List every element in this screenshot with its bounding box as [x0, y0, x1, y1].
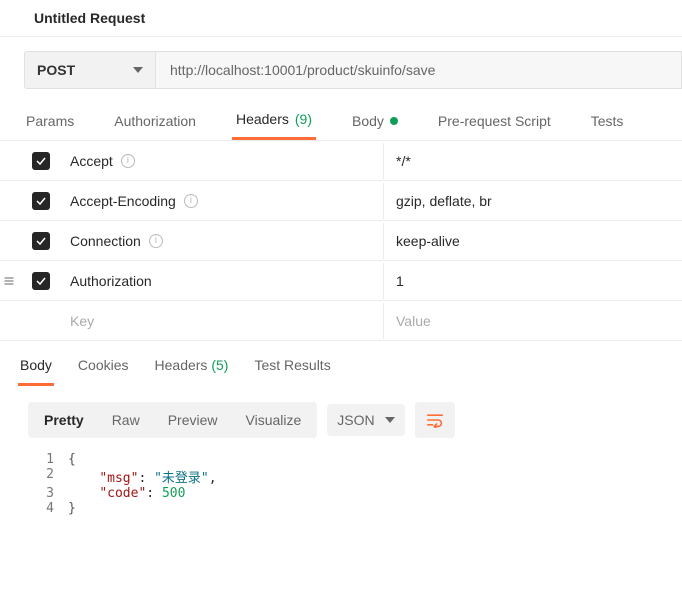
view-mode-switch: Pretty Raw Preview Visualize	[28, 402, 317, 438]
header-row: Connection i keep-alive	[0, 221, 682, 261]
line-number: 4	[38, 501, 68, 516]
header-checkbox[interactable]	[32, 272, 50, 290]
header-key[interactable]: Connection i	[64, 223, 384, 259]
tab-params[interactable]: Params	[22, 103, 78, 140]
check-icon	[35, 235, 47, 247]
line-number: 3	[38, 486, 68, 501]
response-toolbar: Pretty Raw Preview Visualize JSON	[28, 402, 664, 438]
tab-tests[interactable]: Tests	[587, 103, 628, 140]
code-line: 1 {	[38, 452, 664, 467]
request-title: Untitled Request	[34, 10, 145, 26]
response-tab-headers[interactable]: Headers (5)	[153, 351, 231, 386]
header-checkbox[interactable]	[32, 192, 50, 210]
view-visualize[interactable]: Visualize	[232, 404, 316, 436]
format-select[interactable]: JSON	[327, 404, 404, 436]
response-tab-body[interactable]: Body	[18, 351, 54, 386]
request-line: POST http://localhost:10001/product/skui…	[0, 37, 682, 103]
check-icon	[35, 155, 47, 167]
header-row-new: Key Value	[0, 301, 682, 341]
method-select[interactable]: POST	[24, 51, 156, 89]
url-input[interactable]: http://localhost:10001/product/skuinfo/s…	[156, 51, 682, 89]
request-title-bar: Untitled Request	[0, 0, 682, 37]
header-checkbox[interactable]	[32, 232, 50, 250]
request-tabs: Params Authorization Headers (9) Body Pr…	[0, 103, 682, 140]
tab-authorization[interactable]: Authorization	[110, 103, 200, 140]
response-tab-cookies[interactable]: Cookies	[76, 351, 131, 386]
header-value[interactable]: */*	[384, 143, 682, 179]
view-preview[interactable]: Preview	[154, 404, 232, 436]
dot-icon	[390, 117, 398, 125]
method-label: POST	[37, 62, 75, 78]
response-body[interactable]: 1 { 2 "msg": "未登录", 3 "code": 500 4 }	[18, 448, 664, 516]
line-number: 2	[38, 467, 68, 486]
header-checkbox[interactable]	[32, 152, 50, 170]
chevron-down-icon	[133, 67, 143, 73]
headers-table: Accept i */* Accept-Encoding i gzip, def…	[0, 140, 682, 341]
code-line: 4 }	[38, 501, 664, 516]
line-number: 1	[38, 452, 68, 467]
info-icon: i	[184, 194, 198, 208]
drag-handle-icon[interactable]	[0, 275, 18, 287]
tab-pre-request-script[interactable]: Pre-request Script	[434, 103, 555, 140]
header-key[interactable]: Accept i	[64, 143, 384, 179]
response-tab-test-results[interactable]: Test Results	[252, 351, 332, 386]
check-icon	[35, 275, 47, 287]
view-raw[interactable]: Raw	[98, 404, 154, 436]
header-key[interactable]: Authorization	[64, 263, 384, 299]
header-value-input[interactable]: Value	[384, 303, 682, 339]
tab-headers[interactable]: Headers (9)	[232, 103, 316, 140]
wrap-icon	[425, 412, 445, 428]
code-line: 3 "code": 500	[38, 486, 664, 501]
header-value[interactable]: gzip, deflate, br	[384, 183, 682, 219]
check-icon	[35, 195, 47, 207]
header-value[interactable]: 1	[384, 263, 682, 299]
header-value[interactable]: keep-alive	[384, 223, 682, 259]
info-icon: i	[149, 234, 163, 248]
tab-body[interactable]: Body	[348, 103, 402, 140]
header-row: Accept i */*	[0, 141, 682, 181]
view-pretty[interactable]: Pretty	[30, 404, 98, 436]
header-row: Accept-Encoding i gzip, deflate, br	[0, 181, 682, 221]
header-key-input[interactable]: Key	[64, 303, 384, 339]
response-tabs: Body Cookies Headers (5) Test Results	[18, 351, 664, 386]
header-row: Authorization 1	[0, 261, 682, 301]
wrap-lines-button[interactable]	[415, 402, 455, 438]
response-pane: Body Cookies Headers (5) Test Results Pr…	[0, 341, 682, 516]
chevron-down-icon	[385, 417, 395, 423]
info-icon: i	[121, 154, 135, 168]
header-key[interactable]: Accept-Encoding i	[64, 183, 384, 219]
url-text: http://localhost:10001/product/skuinfo/s…	[170, 62, 435, 78]
code-line: 2 "msg": "未登录",	[38, 467, 664, 486]
